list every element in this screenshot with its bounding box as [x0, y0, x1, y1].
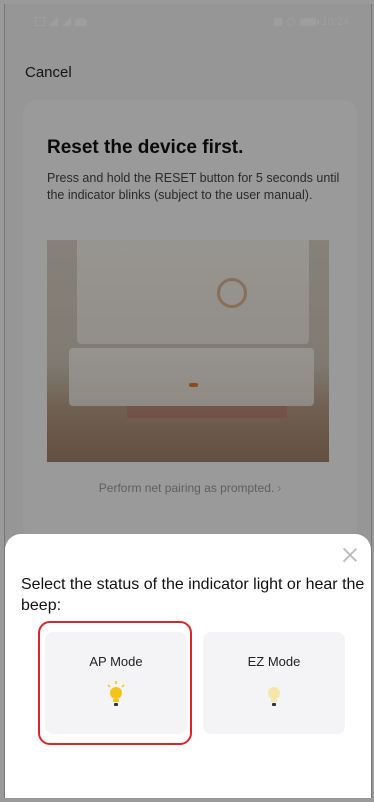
ap-mode-option[interactable]: AP Mode — [45, 632, 187, 734]
bulb-blinking-icon — [107, 681, 125, 706]
indicator-status-sheet: Select the status of the indicator light… — [5, 534, 371, 798]
bulb-slow-icon — [268, 687, 280, 706]
close-icon[interactable] — [341, 546, 359, 564]
ap-mode-label: AP Mode — [89, 654, 143, 669]
app-screen: 10:24 Cancel Reset the device first. Pre… — [4, 4, 372, 798]
ez-mode-option[interactable]: EZ Mode — [203, 632, 345, 734]
sheet-prompt: Select the status of the indicator light… — [21, 576, 365, 614]
ez-mode-label: EZ Mode — [247, 654, 301, 669]
